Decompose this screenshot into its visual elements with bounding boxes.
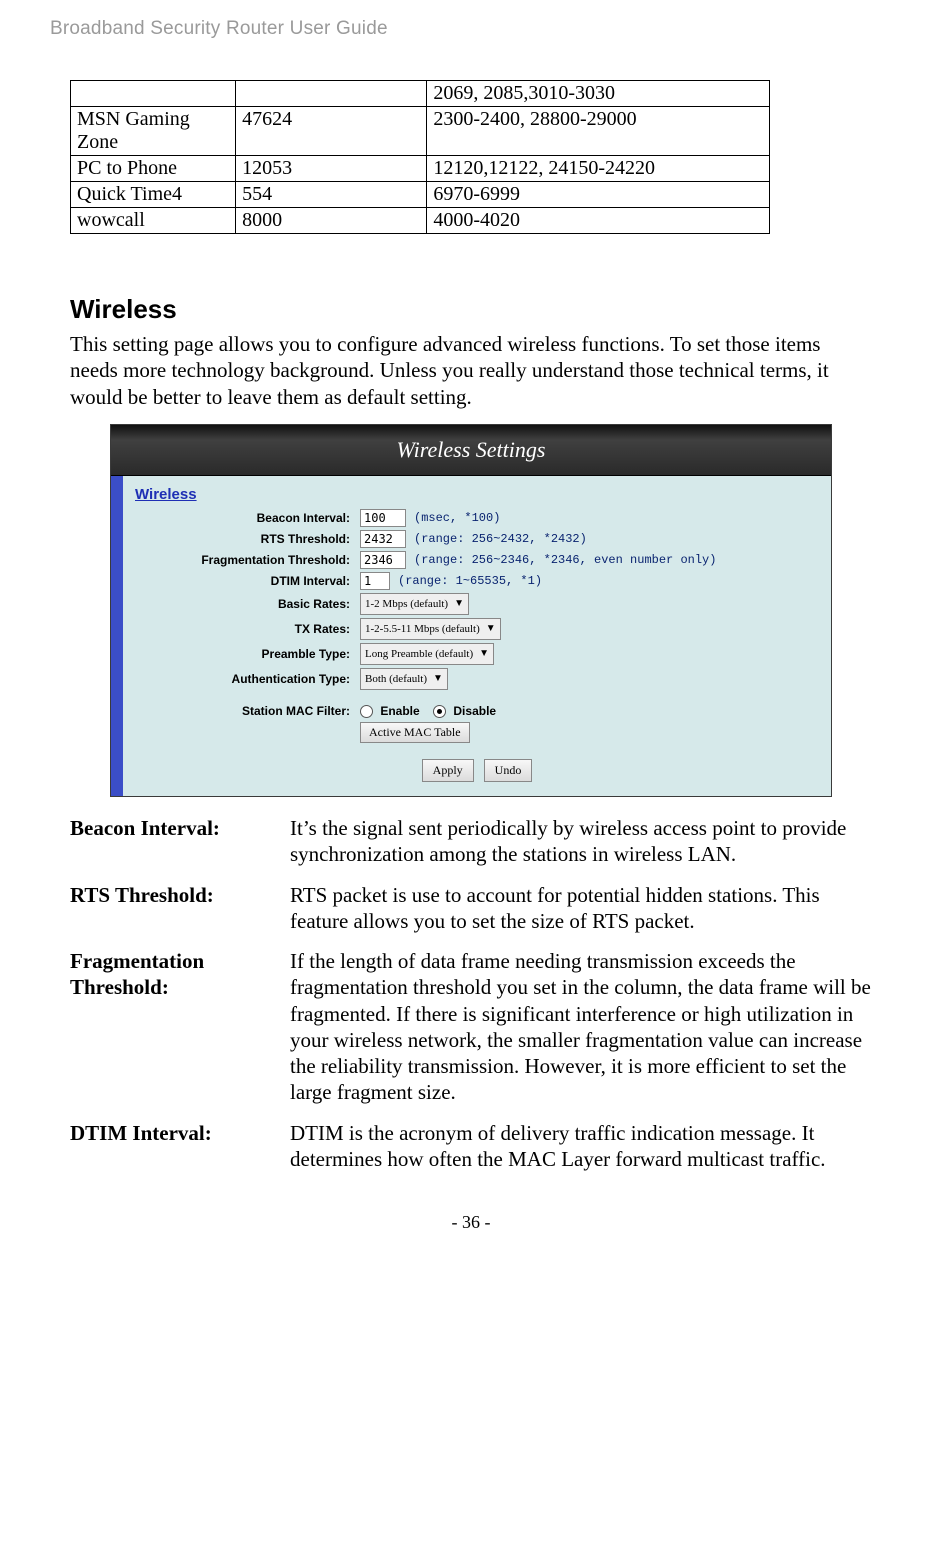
router-section-head: Wireless [135, 486, 819, 503]
input-beacon-interval[interactable] [360, 509, 406, 527]
select-basic-rates[interactable]: 1-2 Mbps (default) ▼ [360, 593, 469, 615]
select-tx-rates[interactable]: 1-2-5.5-11 Mbps (default) ▼ [360, 618, 501, 640]
cell-app: Quick Time4 [71, 182, 236, 208]
chevron-down-icon: ▼ [433, 673, 443, 684]
definition-term: Beacon Interval: [70, 815, 290, 868]
label-dtim-interval: DTIM Interval: [135, 574, 360, 588]
chevron-down-icon: ▼ [454, 598, 464, 609]
definition-desc: DTIM is the acronym of delivery traffic … [290, 1120, 872, 1173]
cell-tcp: 554 [236, 182, 427, 208]
section-intro: This setting page allows you to configur… [70, 331, 872, 410]
table-row: MSN Gaming Zone 47624 2300-2400, 28800-2… [71, 107, 770, 156]
radio-disable[interactable] [433, 705, 446, 718]
document-header: Broadband Security Router User Guide [50, 18, 892, 40]
cell-app: PC to Phone [71, 156, 236, 182]
port-mapping-table: 2069, 2085,3010-3030 MSN Gaming Zone 476… [70, 80, 770, 234]
active-mac-table-button[interactable]: Active MAC Table [360, 722, 470, 743]
chevron-down-icon: ▼ [486, 623, 496, 634]
cell-udp: 12120,12122, 24150-24220 [427, 156, 770, 182]
hint-dtim-interval: (range: 1~65535, *1) [398, 574, 542, 588]
definition-term: DTIM Interval: [70, 1120, 290, 1173]
cell-udp: 2300-2400, 28800-29000 [427, 107, 770, 156]
select-preamble-type-value: Long Preamble (default) [365, 648, 473, 660]
hint-rts-threshold: (range: 256~2432, *2432) [414, 532, 587, 546]
cell-udp: 6970-6999 [427, 182, 770, 208]
hint-beacon-interval: (msec, *100) [414, 511, 500, 525]
label-fragmentation-threshold: Fragmentation Threshold: [135, 553, 360, 567]
cell-app [71, 81, 236, 107]
table-row: PC to Phone 12053 12120,12122, 24150-242… [71, 156, 770, 182]
select-basic-rates-value: 1-2 Mbps (default) [365, 598, 448, 610]
hint-fragmentation-threshold: (range: 256~2346, *2346, even number onl… [414, 553, 716, 567]
undo-button[interactable]: Undo [484, 759, 533, 782]
label-preamble-type: Preamble Type: [135, 647, 360, 661]
label-beacon-interval: Beacon Interval: [135, 511, 360, 525]
page-number: - 36 - [50, 1212, 892, 1233]
table-row: Quick Time4 554 6970-6999 [71, 182, 770, 208]
select-authentication-type[interactable]: Both (default) ▼ [360, 668, 448, 690]
section-heading-wireless: Wireless [70, 294, 872, 325]
cell-tcp: 12053 [236, 156, 427, 182]
label-rts-threshold: RTS Threshold: [135, 532, 360, 546]
definition-row: DTIM Interval: DTIM is the acronym of de… [70, 1120, 872, 1173]
router-settings-panel: Wireless Settings Wireless Beacon Interv… [110, 424, 832, 797]
definition-row: Beacon Interval: It’s the signal sent pe… [70, 815, 872, 868]
router-side-stripe [111, 476, 123, 796]
definition-term: RTS Threshold: [70, 882, 290, 935]
radio-enable-label: Enable [380, 704, 419, 718]
definition-row: RTS Threshold: RTS packet is use to acco… [70, 882, 872, 935]
definition-term: Fragmentation Threshold: [70, 948, 290, 1106]
label-basic-rates: Basic Rates: [135, 597, 360, 611]
definition-desc: RTS packet is use to account for potenti… [290, 882, 872, 935]
label-tx-rates: TX Rates: [135, 622, 360, 636]
radio-enable[interactable] [360, 705, 373, 718]
definition-row: Fragmentation Threshold: If the length o… [70, 948, 872, 1106]
table-row: 2069, 2085,3010-3030 [71, 81, 770, 107]
input-fragmentation-threshold[interactable] [360, 551, 406, 569]
input-dtim-interval[interactable] [360, 572, 390, 590]
label-authentication-type: Authentication Type: [135, 672, 360, 686]
select-preamble-type[interactable]: Long Preamble (default) ▼ [360, 643, 494, 665]
input-rts-threshold[interactable] [360, 530, 406, 548]
select-tx-rates-value: 1-2-5.5-11 Mbps (default) [365, 623, 480, 635]
cell-tcp: 47624 [236, 107, 427, 156]
chevron-down-icon: ▼ [479, 648, 489, 659]
definition-desc: It’s the signal sent periodically by wir… [290, 815, 872, 868]
cell-app: MSN Gaming Zone [71, 107, 236, 156]
select-authentication-type-value: Both (default) [365, 673, 427, 685]
table-row: wowcall 8000 4000-4020 [71, 208, 770, 234]
label-station-mac-filter: Station MAC Filter: [135, 704, 360, 718]
definition-desc: If the length of data frame needing tran… [290, 948, 872, 1106]
cell-app: wowcall [71, 208, 236, 234]
cell-tcp: 8000 [236, 208, 427, 234]
cell-udp: 2069, 2085,3010-3030 [427, 81, 770, 107]
router-title-bar: Wireless Settings [111, 425, 831, 476]
cell-udp: 4000-4020 [427, 208, 770, 234]
radio-disable-label: Disable [453, 704, 496, 718]
cell-tcp [236, 81, 427, 107]
apply-button[interactable]: Apply [422, 759, 474, 782]
